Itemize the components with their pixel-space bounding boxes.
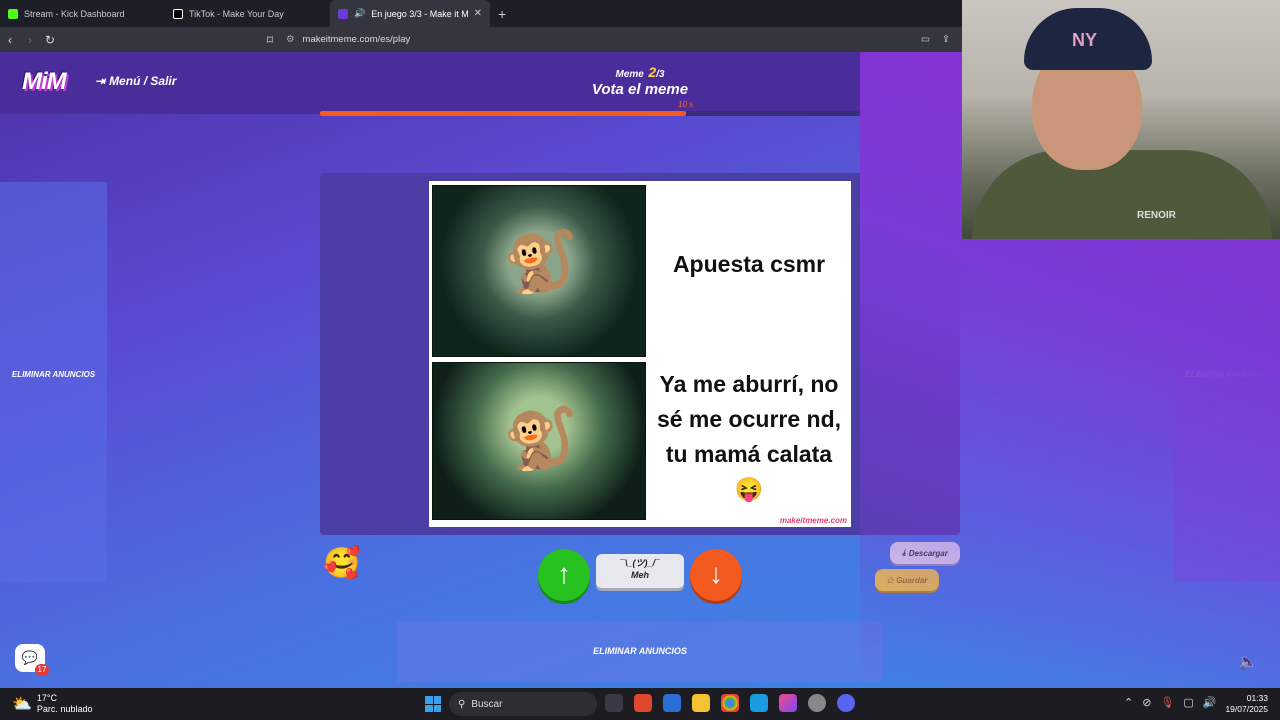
brave-icon[interactable] <box>634 694 652 712</box>
reaction-emoji-button[interactable]: 🥰 <box>323 545 361 583</box>
vote-up-button[interactable]: ↑ <box>538 549 590 601</box>
star-icon: ✩ <box>886 575 894 585</box>
webcam-overlay: RENOIR NY <box>962 0 1280 239</box>
file-explorer-icon[interactable] <box>692 694 710 712</box>
microphone-icon[interactable]: 🎙 <box>1160 696 1174 709</box>
menu-exit-label: Menú / Salir <box>109 74 177 88</box>
clock[interactable]: 01:33 19/07/2025 <box>1224 693 1268 715</box>
meme-total: /3 <box>656 69 665 80</box>
browser-tab-bar: Stream - Kick Dashboard TikTok - Make Yo… <box>0 0 962 27</box>
ad-right: Eliminar anuncios <box>1174 182 1280 582</box>
remove-ads-link[interactable]: Eliminar anuncios <box>1174 370 1280 380</box>
monkey-image: 🐒 <box>503 228 578 295</box>
settings-icon[interactable] <box>808 694 826 712</box>
speaker-icon[interactable]: 🔊 <box>1203 696 1217 709</box>
display-icon[interactable]: ▢ <box>1183 696 1193 709</box>
timer-label: 10 s <box>678 100 694 109</box>
chrome-icon[interactable] <box>721 694 739 712</box>
timer-progress-fill <box>320 111 686 116</box>
save-button[interactable]: ✩ Guardar <box>875 569 939 591</box>
bookmark-icon[interactable]: ⌑ <box>260 33 280 47</box>
monkey-image: 🐒 <box>503 405 578 472</box>
site-info-icon[interactable]: ⚙ <box>286 34 295 45</box>
ad-left: Eliminar anuncios <box>0 182 107 582</box>
download-icon: ⤓ <box>902 548 906 557</box>
cap-logo: NY <box>1072 30 1098 50</box>
meme-prefix: Meme <box>615 69 644 80</box>
shirt-text: RENOIR <box>1137 210 1176 221</box>
mim-favicon-icon <box>338 8 348 19</box>
meme-panel-top-image: 🐒 <box>432 185 646 357</box>
new-tab-button[interactable]: + <box>498 6 506 22</box>
forward-icon[interactable]: › <box>20 33 40 47</box>
taskbar-search[interactable]: ⚲ Buscar <box>449 692 597 716</box>
meme-caption-top: Apuesta csmr <box>672 251 826 277</box>
tab-title: Stream - Kick Dashboard <box>24 8 125 19</box>
exit-icon: ⇥ <box>95 74 106 88</box>
mim-logo[interactable]: MiM <box>22 68 67 96</box>
url-field[interactable]: makeitmeme.com/es/play <box>303 34 411 45</box>
temperature: 17°C <box>36 693 58 703</box>
taskbar: ⛅ 17°C Parc. nublado ⚲ Buscar ⌃ ⊘ 🎙 ▢ 🔊 … <box>0 688 1280 720</box>
time: 01:33 <box>1246 693 1268 703</box>
download-label: Descargar <box>908 548 948 558</box>
network-off-icon[interactable]: ⊘ <box>1142 696 1151 709</box>
windows-start-icon[interactable] <box>425 696 441 712</box>
ad-bottom: Eliminar anuncios <box>397 621 883 682</box>
meh-face: ¯\_(ツ)_/¯ <box>620 558 660 568</box>
vote-meh-button[interactable]: ¯\_(ツ)_/¯ Meh <box>596 554 684 588</box>
timer-progress-bar <box>320 111 962 116</box>
close-icon[interactable]: ✕ <box>474 8 482 19</box>
meme-image: 🐒 🐒 Apuesta csmr Ya me aburrí, no sé me … <box>429 181 851 527</box>
remove-ads-link[interactable]: Eliminar anuncios <box>0 370 107 380</box>
meme-caption-bottom: Ya me aburrí, no sé me ocurre nd, tu mam… <box>656 371 842 502</box>
store-icon[interactable] <box>663 694 681 712</box>
chevron-up-icon[interactable]: ⌃ <box>1124 696 1133 709</box>
chat-badge: 17 <box>35 664 49 676</box>
tiktok-favicon-icon <box>173 8 183 19</box>
chat-button[interactable]: 💬 17 <box>15 644 49 676</box>
weather-description: Parc. nublado <box>36 704 93 714</box>
taskbar-apps <box>605 694 855 712</box>
tab-title: TikTok - Make Your Day <box>189 8 284 19</box>
address-bar: ‹ › ↻ ⌑ ⚙ makeitmeme.com/es/play ▭ ⇪ <box>0 27 962 52</box>
snipping-tool-icon[interactable] <box>750 694 768 712</box>
remove-ads-link[interactable]: Eliminar anuncios <box>593 646 687 656</box>
phase-title: Vota el meme <box>591 81 689 98</box>
volume-icon[interactable]: 🔈 <box>1238 652 1258 672</box>
cast-icon[interactable]: ▭ <box>921 34 930 45</box>
save-label: Guardar <box>896 575 928 585</box>
search-placeholder: Buscar <box>471 698 503 710</box>
weather-widget[interactable]: ⛅ 17°C Parc. nublado <box>12 693 92 715</box>
chat-icon: 💬 <box>21 650 39 665</box>
speaker-icon: 🔊 <box>354 8 366 18</box>
reload-icon[interactable]: ↻ <box>40 33 60 47</box>
meme-watermark: makeitmeme.com <box>779 516 847 525</box>
streamer-body: RENOIR <box>972 150 1272 239</box>
streamer-cap: NY <box>1024 8 1152 70</box>
discord-icon[interactable] <box>837 694 855 712</box>
copilot-icon[interactable] <box>779 694 797 712</box>
meme-current: 2 <box>648 64 657 80</box>
download-button[interactable]: ⤓ Descargar <box>890 542 960 564</box>
round-info: Meme 2/3 Vota el meme <box>560 64 720 98</box>
meme-panel-bottom-image: 🐒 <box>432 362 646 520</box>
cloudy-weather-icon: ⛅ <box>12 696 32 713</box>
system-tray: ⌃ ⊘ 🎙 ▢ 🔊 <box>1124 696 1217 709</box>
tab-make-it-meme[interactable]: 🔊 En juego 3/3 - Make it Meme ✕ <box>330 0 490 27</box>
tab-title: En juego 3/3 - Make it Meme <box>371 8 468 19</box>
date: 19/07/2025 <box>1225 704 1268 714</box>
search-icon: ⚲ <box>458 698 466 710</box>
tab-kick-dashboard[interactable]: Stream - Kick Dashboard <box>0 0 165 27</box>
back-icon[interactable]: ‹ <box>0 33 20 47</box>
tab-tiktok[interactable]: TikTok - Make Your Day <box>165 0 330 27</box>
share-icon[interactable]: ⇪ <box>942 34 950 45</box>
kick-favicon-icon <box>8 8 18 19</box>
meh-label: Meh <box>631 570 649 580</box>
vote-down-button[interactable]: ↓ <box>690 549 742 601</box>
menu-exit-button[interactable]: ⇥ Menú / Salir <box>95 74 176 88</box>
task-view-icon[interactable] <box>605 694 623 712</box>
